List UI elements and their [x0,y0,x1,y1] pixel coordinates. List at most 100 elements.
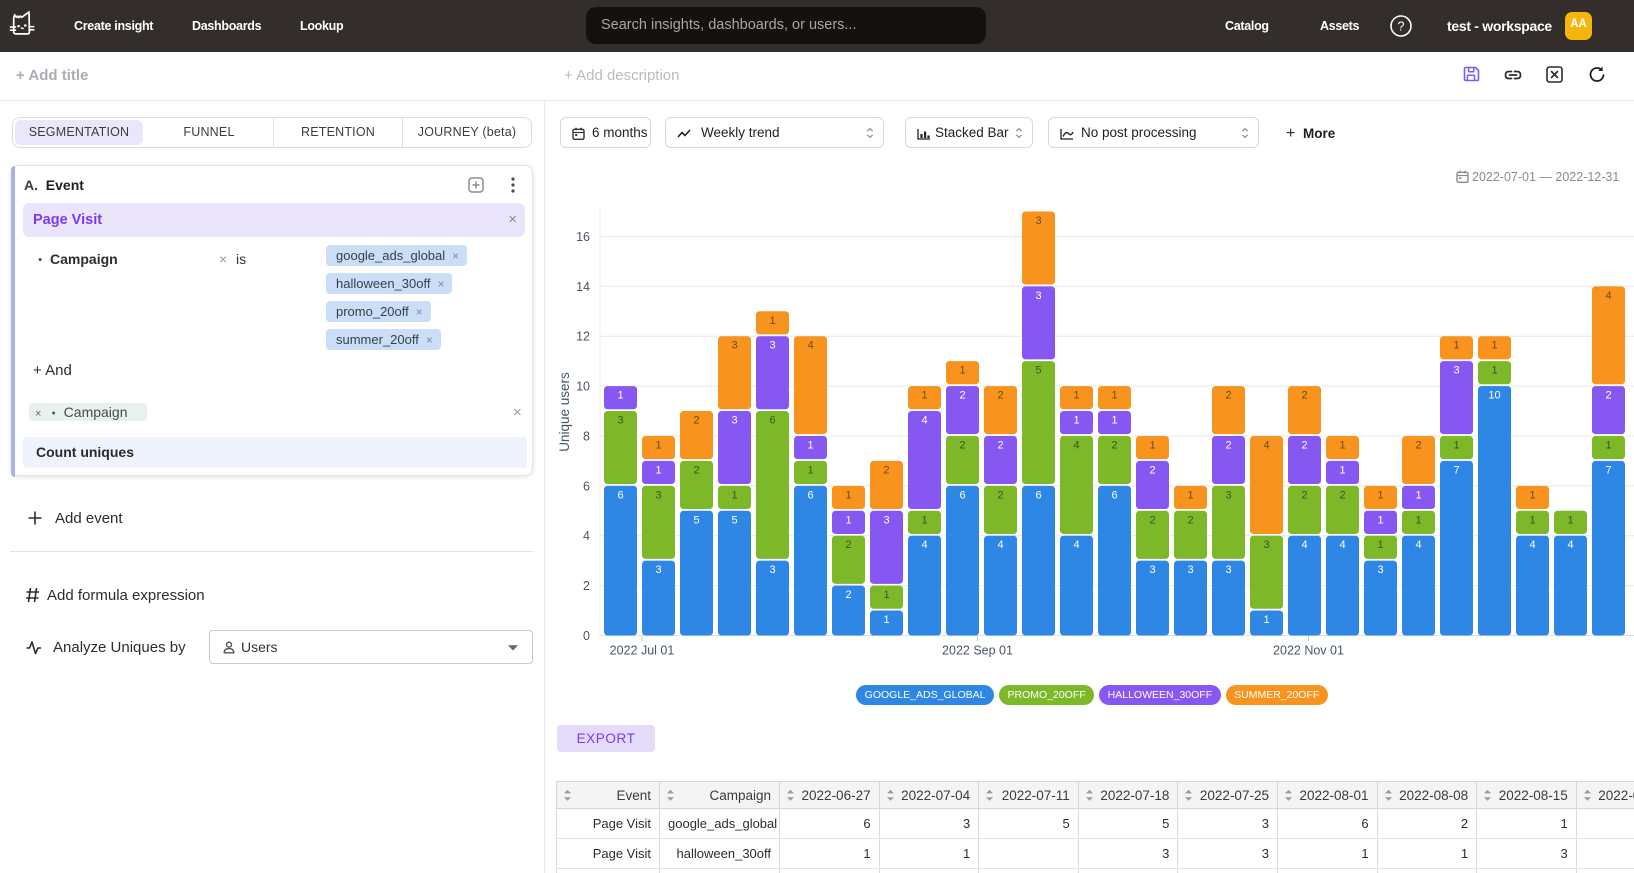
svg-text:3: 3 [617,415,623,427]
svg-text:1: 1 [1339,439,1345,451]
svg-text:12: 12 [576,330,590,344]
svg-text:2: 2 [1225,390,1231,402]
svg-text:1: 1 [1149,439,1155,451]
svg-text:4: 4 [1073,439,1079,451]
svg-text:1: 1 [883,589,889,601]
svg-text:2: 2 [1225,439,1231,451]
svg-text:3: 3 [1149,564,1155,576]
svg-text:2: 2 [959,390,965,402]
svg-text:4: 4 [997,539,1003,551]
svg-text:2: 2 [959,439,965,451]
svg-text:2: 2 [1339,489,1345,501]
svg-text:5: 5 [731,514,737,526]
svg-text:6: 6 [769,415,775,427]
svg-text:2: 2 [1301,439,1307,451]
svg-text:4: 4 [583,529,590,543]
svg-text:2: 2 [997,390,1003,402]
svg-text:2: 2 [583,579,590,593]
svg-text:2: 2 [1149,464,1155,476]
svg-text:1: 1 [1453,340,1459,352]
svg-text:1: 1 [1339,464,1345,476]
svg-text:2: 2 [997,489,1003,501]
svg-text:1: 1 [655,439,661,451]
svg-text:1: 1 [921,514,927,526]
svg-text:2: 2 [1149,514,1155,526]
svg-text:?: ? [1398,20,1405,34]
svg-text:3: 3 [769,564,775,576]
svg-text:2: 2 [845,539,851,551]
svg-text:1: 1 [1453,439,1459,451]
svg-text:2: 2 [693,464,699,476]
svg-text:7: 7 [1605,464,1611,476]
svg-text:1: 1 [1491,340,1497,352]
svg-text:6: 6 [1035,489,1041,501]
svg-text:2022 Nov 01: 2022 Nov 01 [1273,644,1344,658]
svg-text:4: 4 [1073,539,1079,551]
svg-text:3: 3 [655,564,661,576]
svg-text:0: 0 [583,629,590,643]
svg-text:4: 4 [1415,539,1421,551]
svg-text:4: 4 [1301,539,1307,551]
svg-text:1: 1 [617,390,623,402]
svg-text:3: 3 [1035,290,1041,302]
svg-text:3: 3 [1453,365,1459,377]
svg-text:1: 1 [845,489,851,501]
svg-text:6: 6 [807,489,813,501]
svg-text:3: 3 [1225,489,1231,501]
svg-text:1: 1 [1415,489,1421,501]
svg-text:4: 4 [921,539,927,551]
svg-text:2: 2 [1605,390,1611,402]
svg-text:7: 7 [1453,464,1459,476]
svg-text:1: 1 [883,614,889,626]
svg-text:4: 4 [1529,539,1535,551]
svg-text:3: 3 [883,514,889,526]
svg-text:14: 14 [576,280,590,294]
svg-text:10: 10 [576,380,590,394]
svg-text:1: 1 [1073,390,1079,402]
svg-text:4: 4 [1567,539,1573,551]
svg-text:3: 3 [1035,215,1041,227]
svg-text:2: 2 [1187,514,1193,526]
svg-text:4: 4 [1263,439,1269,451]
svg-text:3: 3 [1377,564,1383,576]
svg-text:1: 1 [731,489,737,501]
svg-text:3: 3 [1263,539,1269,551]
svg-text:3: 3 [1187,564,1193,576]
svg-text:4: 4 [807,340,813,352]
svg-text:1: 1 [1377,514,1383,526]
svg-text:4: 4 [1605,290,1611,302]
svg-text:Unique users: Unique users [557,372,572,452]
svg-text:16: 16 [576,230,590,244]
svg-text:1: 1 [1415,514,1421,526]
svg-text:2022 Jul 01: 2022 Jul 01 [610,644,675,658]
svg-text:1: 1 [1605,439,1611,451]
svg-text:3: 3 [655,489,661,501]
svg-text:3: 3 [769,340,775,352]
svg-text:6: 6 [1111,489,1117,501]
svg-text:4: 4 [921,415,927,427]
svg-text:2: 2 [883,464,889,476]
svg-text:1: 1 [807,439,813,451]
svg-text:1: 1 [1111,390,1117,402]
svg-text:2: 2 [1111,439,1117,451]
svg-text:1: 1 [1491,365,1497,377]
svg-text:1: 1 [1377,489,1383,501]
svg-text:3: 3 [731,340,737,352]
svg-text:1: 1 [1377,539,1383,551]
svg-text:6: 6 [959,489,965,501]
svg-text:1: 1 [1111,415,1117,427]
svg-text:2: 2 [1301,489,1307,501]
svg-text:2: 2 [1415,439,1421,451]
svg-text:2022 Sep 01: 2022 Sep 01 [942,644,1013,658]
svg-text:6: 6 [583,479,590,493]
svg-text:8: 8 [583,430,590,444]
svg-text:1: 1 [921,390,927,402]
svg-text:1: 1 [959,365,965,377]
svg-text:1: 1 [769,315,775,327]
svg-text:5: 5 [693,514,699,526]
svg-text:5: 5 [1035,365,1041,377]
svg-text:1: 1 [1073,415,1079,427]
svg-text:4: 4 [1339,539,1345,551]
svg-text:6: 6 [617,489,623,501]
svg-text:1: 1 [655,464,661,476]
